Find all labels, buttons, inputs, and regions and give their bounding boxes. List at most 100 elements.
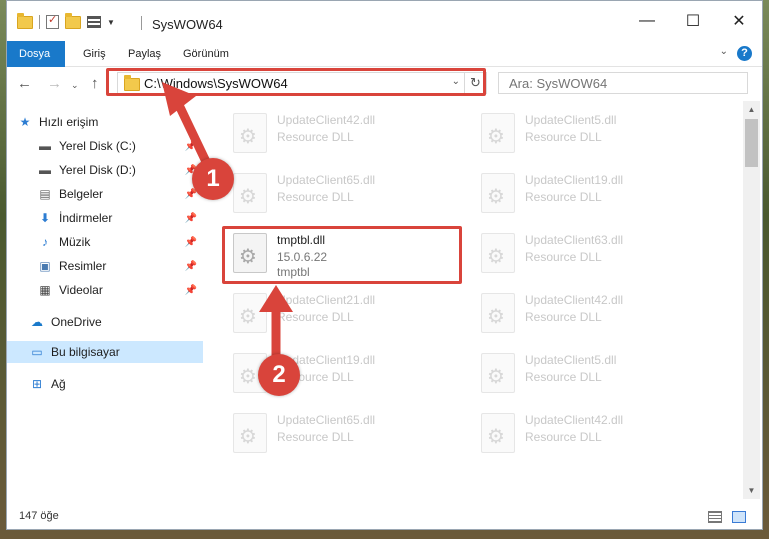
- dll-file-icon: [481, 113, 515, 153]
- properties-icon[interactable]: [46, 13, 59, 29]
- dll-file-icon: [481, 413, 515, 453]
- up-arrow-icon[interactable]: ↑: [91, 75, 99, 92]
- sidebar-item-music[interactable]: ♪ Müzik 📌: [7, 231, 203, 253]
- dll-file-icon: [233, 113, 267, 153]
- sidebar-item-downloads[interactable]: ⬇ İndirmeler 📌: [7, 207, 203, 229]
- file-version: 15.0.6.22: [277, 250, 328, 264]
- customize-toolbar-chevron-down-icon[interactable]: ▼: [107, 18, 115, 27]
- new-folder-icon[interactable]: [65, 12, 81, 29]
- file-item[interactable]: UpdateClient63.dll Resource DLL: [477, 229, 697, 285]
- back-arrow-icon[interactable]: ←: [17, 75, 32, 92]
- tab-giris[interactable]: Giriş: [83, 41, 106, 67]
- forward-arrow-icon[interactable]: →: [47, 75, 62, 92]
- sidebar-item-label: Resimler: [59, 259, 107, 273]
- sidebar-item-documents[interactable]: ▤ Belgeler 📌: [7, 183, 203, 205]
- sidebar-item-quick-access[interactable]: ★ Hızlı erişim: [7, 111, 203, 133]
- tab-dosya[interactable]: Dosya: [7, 41, 65, 67]
- file-list: UpdateClient42.dll Resource DLL UpdateCl…: [205, 101, 742, 499]
- sidebar-item-label: Yerel Disk (C:): [59, 139, 136, 153]
- music-icon: ♪: [42, 235, 48, 249]
- search-input[interactable]: [499, 73, 747, 93]
- file-name: UpdateClient63.dll: [525, 233, 624, 247]
- search-box[interactable]: [498, 72, 748, 94]
- sidebar-item-local-disk-d[interactable]: ▬ Yerel Disk (D:) 📌: [7, 159, 203, 181]
- scroll-down-arrow-icon[interactable]: ▼: [743, 482, 760, 499]
- address-dropdown-chevron-down-icon[interactable]: ⌄: [452, 76, 460, 87]
- file-type: Resource DLL: [525, 430, 602, 444]
- dll-file-icon: [233, 293, 267, 333]
- sidebar-item-network[interactable]: ⊞ Ağ: [7, 373, 203, 395]
- file-item[interactable]: UpdateClient42.dll Resource DLL: [477, 289, 697, 345]
- sidebar-item-label: Videolar: [59, 283, 103, 297]
- network-icon: ⊞: [31, 377, 43, 391]
- dll-file-icon: [233, 233, 267, 273]
- scroll-up-arrow-icon[interactable]: ▲: [743, 101, 760, 118]
- title-bar: ▼ SysWOW64 — ☐ ✕: [7, 1, 762, 41]
- sidebar-item-label: Yerel Disk (D:): [59, 163, 136, 177]
- quick-access-toolbar: ▼: [17, 12, 115, 29]
- sidebar-item-label: Hızlı erişim: [39, 115, 99, 129]
- file-name: UpdateClient42.dll: [525, 413, 624, 427]
- dll-file-icon: [233, 173, 267, 213]
- sidebar-item-label: OneDrive: [51, 315, 102, 329]
- sidebar-item-local-disk-c[interactable]: ▬ Yerel Disk (C:) 📌: [7, 135, 203, 157]
- pin-icon[interactable]: 📌: [185, 141, 197, 152]
- dll-file-icon: [481, 233, 515, 273]
- file-item[interactable]: UpdateClient21.dll Resource DLL: [229, 289, 449, 345]
- file-type: Resource DLL: [277, 190, 354, 204]
- details-view-icon[interactable]: [708, 511, 722, 523]
- file-type: Resource DLL: [525, 130, 602, 144]
- file-type: Resource DLL: [277, 130, 354, 144]
- sidebar-item-label: Belgeler: [59, 187, 104, 201]
- window-controls: — ☐ ✕: [624, 1, 762, 41]
- sidebar-item-videos[interactable]: ▦ Videolar 📌: [7, 279, 203, 301]
- sidebar-item-label: Ağ: [51, 377, 66, 391]
- sidebar-item-onedrive[interactable]: ☁ OneDrive: [7, 311, 203, 333]
- address-path[interactable]: C:\Windows\SysWOW64: [144, 76, 288, 91]
- file-item-tmptbl[interactable]: tmptbl.dll 15.0.6.22 tmptbl: [229, 229, 449, 285]
- file-item[interactable]: UpdateClient65.dll Resource DLL: [229, 169, 449, 225]
- view-icon[interactable]: [87, 16, 101, 28]
- file-type: Resource DLL: [525, 310, 602, 324]
- file-item[interactable]: UpdateClient42.dll Resource DLL: [477, 409, 697, 465]
- file-name: UpdateClient42.dll: [277, 113, 376, 127]
- file-name: UpdateClient5.dll: [525, 353, 617, 367]
- recent-locations-chevron-down-icon[interactable]: ⌄: [71, 80, 79, 91]
- pin-icon[interactable]: 📌: [185, 261, 197, 272]
- title-divider: [141, 16, 142, 30]
- maximize-button[interactable]: ☐: [670, 1, 716, 41]
- pin-icon[interactable]: 📌: [185, 213, 197, 224]
- refresh-button[interactable]: ↻: [464, 73, 486, 93]
- large-icons-view-icon[interactable]: [732, 511, 746, 523]
- file-item[interactable]: UpdateClient5.dll Resource DLL: [477, 349, 697, 405]
- file-name: UpdateClient65.dll: [277, 413, 376, 427]
- minimize-button[interactable]: —: [624, 1, 670, 41]
- drive-icon: ▬: [39, 139, 51, 153]
- file-type: Resource DLL: [277, 310, 354, 324]
- close-button[interactable]: ✕: [716, 1, 762, 41]
- tab-gorunum[interactable]: Görünüm: [183, 41, 229, 67]
- pin-icon[interactable]: 📌: [185, 285, 197, 296]
- sidebar-item-this-pc[interactable]: ▭ Bu bilgisayar: [7, 341, 203, 363]
- file-item[interactable]: UpdateClient5.dll Resource DLL: [477, 109, 697, 165]
- tab-paylas[interactable]: Paylaş: [128, 41, 161, 67]
- scroll-thumb[interactable]: [745, 119, 758, 167]
- file-name: tmptbl.dll: [277, 233, 326, 247]
- address-bar[interactable]: C:\Windows\SysWOW64 ⌄ ↻: [117, 72, 487, 94]
- navigation-bar: ← → ⌄ ↑ C:\Windows\SysWOW64 ⌄ ↻: [7, 67, 762, 101]
- file-item[interactable]: UpdateClient42.dll Resource DLL: [229, 109, 449, 165]
- folder-icon[interactable]: [17, 12, 33, 29]
- window-title: SysWOW64: [152, 17, 223, 32]
- file-item[interactable]: UpdateClient65.dll Resource DLL: [229, 409, 449, 465]
- documents-icon: ▤: [39, 187, 51, 201]
- explorer-window: ▼ SysWOW64 — ☐ ✕ Dosya Giriş Paylaş Görü…: [6, 0, 763, 530]
- vertical-scrollbar[interactable]: ▲ ▼: [743, 101, 760, 499]
- file-item[interactable]: UpdateClient19.dll Resource DLL: [477, 169, 697, 225]
- sidebar-item-pictures[interactable]: ▣ Resimler 📌: [7, 255, 203, 277]
- help-icon[interactable]: ?: [737, 46, 752, 61]
- sidebar-item-label: Bu bilgisayar: [51, 345, 120, 359]
- dll-file-icon: [481, 353, 515, 393]
- pin-icon[interactable]: 📌: [185, 237, 197, 248]
- sidebar-item-label: Müzik: [59, 235, 91, 249]
- expand-ribbon-chevron-down-icon[interactable]: ⌄: [720, 46, 728, 57]
